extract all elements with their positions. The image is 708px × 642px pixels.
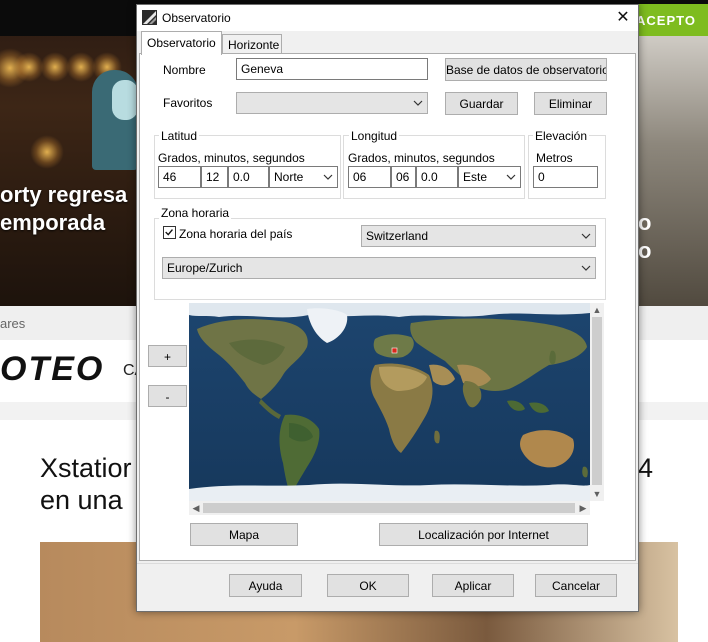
latitude-group-title: Latitud	[159, 129, 200, 143]
scroll-up-icon[interactable]: ▲	[590, 303, 604, 317]
cancel-button[interactable]: Cancelar	[535, 574, 617, 597]
tab-horizonte[interactable]: Horizonte	[222, 34, 282, 53]
latitude-hemisphere-dropdown[interactable]: Norte	[269, 166, 338, 188]
observatory-dialog: Observatorio ✕ Observatorio Horizonte No…	[136, 4, 639, 612]
longitude-seconds-input[interactable]: 0.0	[416, 166, 458, 188]
article-title-line2[interactable]: en una	[40, 485, 123, 516]
world-map[interactable]	[189, 303, 590, 501]
tab-observatorio[interactable]: Observatorio	[141, 31, 222, 55]
close-button[interactable]: ✕	[608, 5, 638, 31]
ok-button[interactable]: OK	[327, 574, 409, 597]
hero-right-text-1: o	[638, 210, 652, 235]
close-icon: ✕	[616, 9, 630, 26]
chevron-down-icon	[323, 174, 333, 180]
delete-favorite-button[interactable]: Eliminar	[534, 92, 607, 115]
zoom-out-button[interactable]: -	[148, 385, 187, 407]
elevation-sublabel: Metros	[536, 151, 573, 165]
chevron-down-icon	[506, 174, 516, 180]
apply-button[interactable]: Aplicar	[432, 574, 514, 597]
scrollbar-thumb[interactable]	[592, 317, 602, 485]
scroll-right-icon[interactable]: ▶	[576, 501, 590, 515]
site-logo[interactable]: OTEO	[0, 350, 104, 389]
map-button[interactable]: Mapa	[190, 523, 298, 546]
internet-location-button[interactable]: Localización por Internet	[379, 523, 588, 546]
zoom-in-button[interactable]: +	[148, 345, 187, 367]
chevron-down-icon	[581, 233, 591, 239]
country-dropdown[interactable]: Switzerland	[361, 225, 596, 247]
elevation-group-title: Elevación	[533, 129, 590, 143]
title-bar[interactable]: Observatorio ✕	[137, 5, 638, 31]
breadcrumb[interactable]: ares	[0, 316, 25, 331]
country-timezone-checkbox[interactable]	[163, 226, 176, 239]
cartoon-character-head	[112, 80, 138, 120]
checkmark-icon	[165, 229, 173, 236]
window-title: Observatorio	[162, 11, 231, 25]
longitude-degrees-input[interactable]: 06	[348, 166, 391, 188]
timezone-dropdown[interactable]: Europe/Zurich	[162, 257, 596, 279]
map-vertical-scrollbar[interactable]: ▲ ▼	[590, 303, 604, 501]
favorites-dropdown[interactable]	[236, 92, 428, 114]
country-value: Switzerland	[366, 229, 429, 243]
longitude-hemisphere-dropdown[interactable]: Este	[458, 166, 521, 188]
scrollbar-thumb[interactable]	[203, 503, 575, 513]
country-timezone-label: Zona horaria del país	[179, 227, 293, 241]
latitude-sublabel: Grados, minutos, segundos	[158, 151, 305, 165]
favorites-label: Favoritos	[163, 96, 213, 110]
name-label: Nombre	[163, 63, 206, 77]
name-input[interactable]: Geneva	[236, 58, 428, 80]
save-favorite-button[interactable]: Guardar	[445, 92, 518, 115]
timezone-value: Europe/Zurich	[167, 261, 243, 275]
latitude-hemisphere-value: Norte	[274, 170, 304, 184]
help-button[interactable]: Ayuda	[229, 574, 302, 597]
article-title-right[interactable]: 4	[638, 453, 653, 484]
hero-right-text-2: o	[638, 238, 652, 263]
footer-divider	[137, 563, 638, 564]
chevron-down-icon	[581, 265, 591, 271]
timezone-group-title: Zona horaria	[159, 206, 232, 220]
latitude-degrees-input[interactable]: 46	[158, 166, 201, 188]
longitude-sublabel: Grados, minutos, segundos	[348, 151, 495, 165]
map-location-marker-icon	[391, 347, 398, 354]
elevation-input[interactable]: 0	[533, 166, 598, 188]
stellarium-app-icon	[142, 10, 157, 25]
longitude-group-title: Longitud	[349, 129, 400, 143]
tab-label: Horizonte	[228, 38, 280, 52]
article-title-line1[interactable]: Xstatior	[40, 453, 132, 484]
longitude-minutes-input[interactable]: 06	[391, 166, 416, 188]
candle-glow	[30, 135, 64, 169]
scroll-down-icon[interactable]: ▼	[590, 487, 604, 501]
map-horizontal-scrollbar[interactable]: ◀ ▶	[189, 501, 590, 515]
latitude-minutes-input[interactable]: 12	[201, 166, 228, 188]
background-photo	[636, 36, 708, 306]
hero-headline-line2: emporada	[0, 210, 106, 235]
latitude-seconds-input[interactable]: 0.0	[228, 166, 269, 188]
longitude-hemisphere-value: Este	[463, 170, 488, 184]
observatory-database-button[interactable]: Base de datos de observatorios	[445, 58, 607, 81]
scroll-left-icon[interactable]: ◀	[189, 501, 203, 515]
world-map-image	[189, 303, 590, 501]
hero-headline-line1: orty regresa	[0, 182, 128, 207]
tab-label: Observatorio	[147, 36, 216, 50]
chevron-down-icon	[413, 100, 423, 106]
cookie-accept-button[interactable]: ACEPTO	[636, 4, 708, 36]
